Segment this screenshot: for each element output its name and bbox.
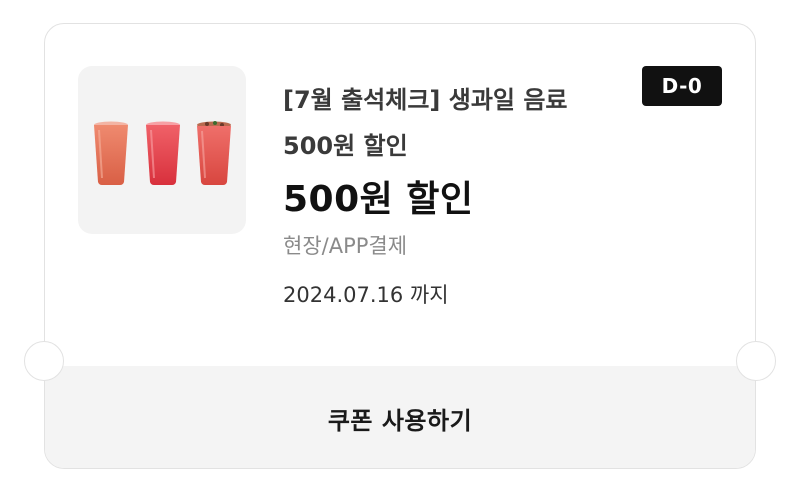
coupon-discount-amount: 500원 할인 [283, 179, 474, 220]
fruit-juice-cups-icon [94, 121, 231, 185]
ticket-notch-left [24, 341, 64, 381]
coupon-title: [7월 출석체크] 생과일 음료 [283, 86, 568, 114]
coupon-subtitle: 500원 할인 [283, 132, 408, 160]
ticket-notch-right [736, 341, 776, 381]
use-coupon-label: 쿠폰 사용하기 [327, 406, 473, 435]
dday-badge: D-0 [642, 66, 722, 106]
use-coupon-button[interactable]: 쿠폰 사용하기 [45, 366, 755, 468]
coupon-product-image [78, 66, 246, 234]
coupon-page: 쿠폰 사용하기 [7월 출석체크] 생과일 음료 500원 할인 500원 할인… [0, 0, 800, 479]
coupon-payment-method: 현장/APP결제 [283, 234, 408, 258]
coupon-expiry-date: 2024.07.16 까지 [283, 283, 449, 307]
